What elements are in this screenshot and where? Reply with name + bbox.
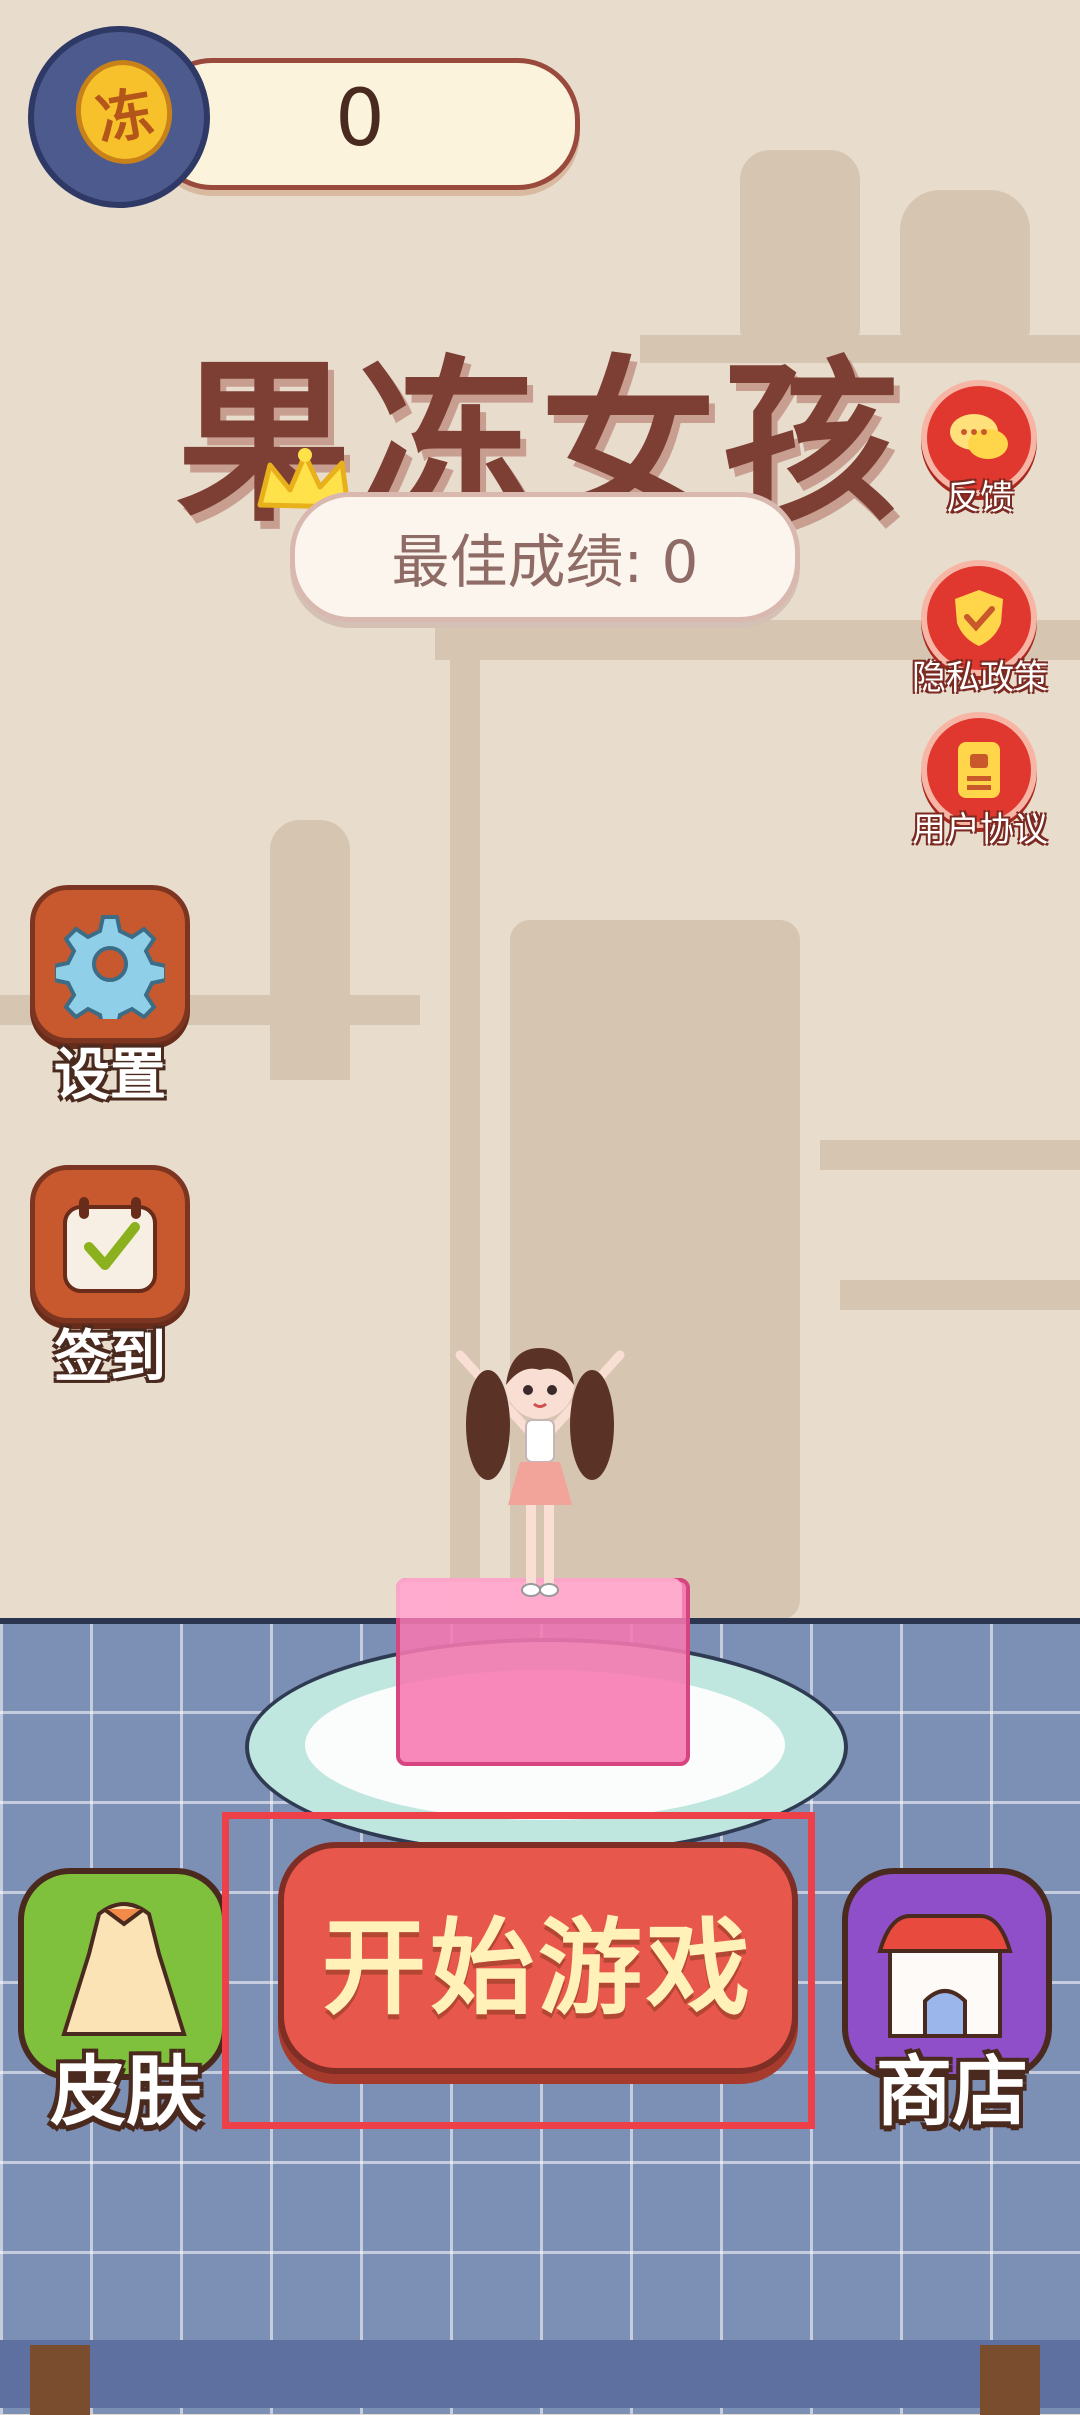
check-in-label: 签到 — [54, 1325, 166, 1390]
store-icon — [877, 1914, 1013, 2038]
shop-label: 商店 — [876, 2047, 1028, 2136]
table-edge — [0, 2340, 1080, 2408]
user-agreement-label: 用户协议 — [912, 810, 1048, 850]
feedback-label: 反馈 — [946, 478, 1014, 518]
best-score: 最佳成绩: 0 — [290, 492, 800, 622]
document-icon — [958, 742, 1000, 798]
table-leg — [980, 2345, 1040, 2415]
dress-icon — [61, 1902, 187, 2036]
gear-icon — [55, 915, 165, 1019]
start-button-highlight — [222, 1812, 815, 2129]
coin-count: 0 — [335, 74, 385, 164]
table-leg — [30, 2345, 90, 2415]
settings-button[interactable] — [30, 885, 190, 1043]
calendar-check-icon — [63, 1197, 157, 1293]
girl-character — [455, 1348, 625, 1597]
privacy-policy-label: 隐私政策 — [912, 658, 1048, 698]
check-in-button[interactable] — [30, 1165, 190, 1323]
settings-label: 设置 — [54, 1043, 166, 1108]
chat-bubble-icon — [950, 414, 1008, 459]
skin-label: 皮肤 — [50, 2047, 202, 2136]
shield-check-icon — [955, 590, 1003, 646]
